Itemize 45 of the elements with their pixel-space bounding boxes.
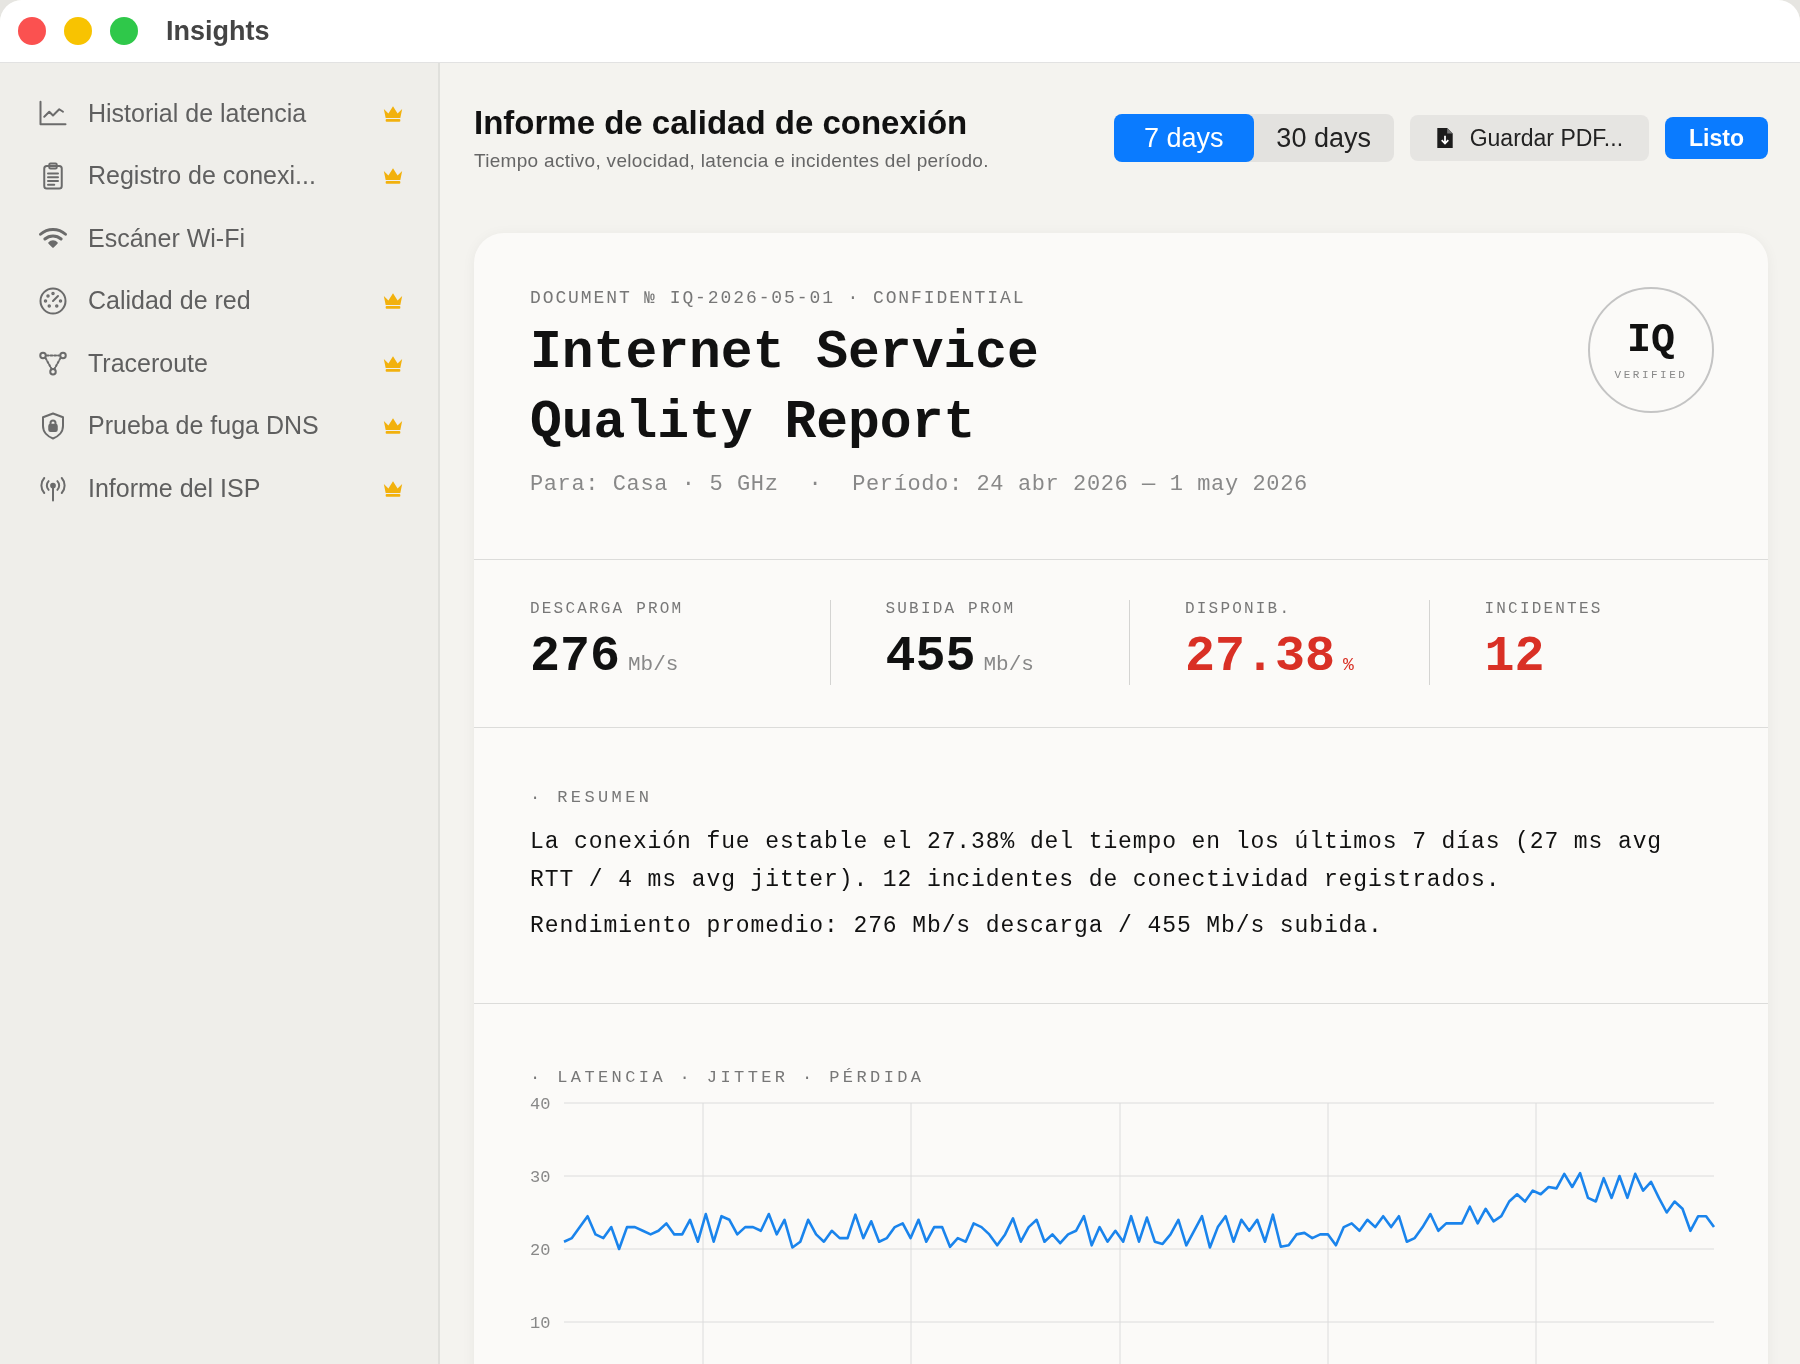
document-number: DOCUMENT № IQ-2026-05-01 · CONFIDENTIAL xyxy=(530,288,1027,308)
stat-value: 27.38 xyxy=(1185,628,1336,685)
axis-label: 10 xyxy=(530,1314,551,1333)
stamp-label: VERIFIED xyxy=(1614,369,1688,381)
document-download-icon xyxy=(1435,127,1454,149)
gauge-icon xyxy=(38,285,68,316)
page-subtitle: Tiempo activo, velocidad, latencia e incidentes del período. xyxy=(474,150,990,172)
window-title: Insights xyxy=(166,15,270,47)
axis-label: 20 xyxy=(530,1241,551,1260)
sidebar-item[interactable]: Historial de latencia xyxy=(0,82,438,145)
axis-label: 30 xyxy=(530,1168,551,1187)
page-title: Informe de calidad de conexión xyxy=(474,104,969,142)
stat-unit: Mb/s xyxy=(983,653,1034,676)
sidebar-item[interactable]: Informe del ISP xyxy=(0,457,438,520)
axis-label: 40 xyxy=(530,1095,551,1114)
range-tab[interactable]: 30 days xyxy=(1253,114,1394,162)
done-button[interactable]: Listo xyxy=(1665,117,1768,159)
stat-label: INCIDENTES xyxy=(1484,600,1604,618)
report-title: Internet Service Quality Report xyxy=(530,322,1040,455)
range-tab[interactable]: 7 days xyxy=(1113,114,1254,162)
stat-value: 12 xyxy=(1484,628,1545,685)
sidebar-item[interactable]: Registro de conexi... xyxy=(0,144,438,207)
save-pdf-button[interactable]: Guardar PDF... xyxy=(1409,115,1650,161)
separator-dot: · xyxy=(808,472,823,497)
section-label: · RESUMEN xyxy=(530,788,654,807)
sidebar-item[interactable]: Escáner Wi-Fi xyxy=(0,207,438,270)
stat-value: 276 xyxy=(530,628,620,685)
stat-value: 455 xyxy=(885,628,976,685)
stat-label: SUBIDA PROM xyxy=(885,600,1017,618)
summary-text: Rendimiento promedio: 276 Mb/s descarga / 455 Mb/s subida. xyxy=(530,912,1384,941)
chart-title: · LATENCIA · JITTER · PÉRDIDA xyxy=(530,1068,926,1087)
report-meta: Período: 24 abr 2026 — 1 may 2026 xyxy=(852,472,1308,497)
sidebar-item[interactable]: Traceroute xyxy=(0,332,438,395)
stat-label: DISPONIB. xyxy=(1185,600,1293,618)
sidebar-item[interactable]: Calidad de red xyxy=(0,269,438,332)
stat-unit: % xyxy=(1343,655,1354,675)
stat-label: DESCARGA PROM xyxy=(530,600,685,618)
stat-unit: Mb/s xyxy=(628,653,679,676)
sidebar-item[interactable]: Prueba de fuga DNS xyxy=(0,394,438,457)
zoom-button[interactable] xyxy=(110,17,138,45)
minimize-button[interactable] xyxy=(64,17,92,45)
report-meta: Para: Casa · 5 GHz xyxy=(530,472,779,497)
stamp-mark: IQ xyxy=(1627,319,1675,363)
close-button[interactable] xyxy=(18,17,46,45)
summary-text: La conexión fue estable el 27.38% del tiempo en los últimos 7 días (27 ms avg RTT / 4 ms avg jitter). 12 incidentes de conectividad registrados. xyxy=(530,828,1664,895)
